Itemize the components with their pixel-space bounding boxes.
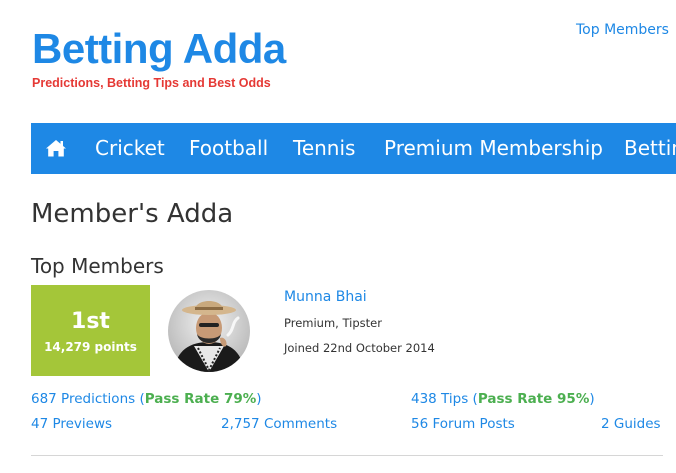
tips-count[interactable]: 438 Tips bbox=[411, 391, 468, 407]
rank-badge: 1st 14,279 points bbox=[31, 285, 150, 376]
logo-tagline: Predictions, Betting Tips and Best Odds bbox=[32, 76, 271, 90]
predictions-paren-open: ( bbox=[135, 391, 145, 407]
predictions-paren-close: ) bbox=[256, 391, 262, 407]
avatar[interactable] bbox=[168, 290, 250, 372]
divider bbox=[31, 455, 663, 456]
main-nav: Cricket Football Tennis Premium Membersh… bbox=[31, 123, 676, 174]
member-roles: Premium, Tipster bbox=[284, 316, 382, 330]
home-icon[interactable] bbox=[45, 138, 67, 158]
nav-item-cricket[interactable]: Cricket bbox=[95, 136, 165, 160]
stat-previews[interactable]: 47 Previews bbox=[31, 416, 112, 432]
page-title: Member's Adda bbox=[31, 199, 234, 229]
member-joined: Joined 22nd October 2014 bbox=[284, 341, 435, 355]
rank-label: 1st bbox=[71, 309, 110, 334]
predictions-count[interactable]: 687 Predictions bbox=[31, 391, 135, 407]
nav-item-tennis[interactable]: Tennis bbox=[293, 136, 355, 160]
nav-item-premium-membership[interactable]: Premium Membership bbox=[384, 136, 603, 160]
member-name[interactable]: Munna Bhai bbox=[284, 289, 367, 305]
nav-item-football[interactable]: Football bbox=[189, 136, 268, 160]
predictions-pass-rate: Pass Rate 79% bbox=[144, 391, 257, 407]
tips-paren-close: ) bbox=[589, 391, 595, 407]
stat-tips[interactable]: 438 Tips (Pass Rate 95%) bbox=[411, 391, 595, 407]
stat-comments[interactable]: 2,757 Comments bbox=[221, 416, 337, 432]
rank-points: 14,279 points bbox=[44, 340, 137, 354]
top-members-link[interactable]: Top Members bbox=[576, 22, 669, 38]
section-title: Top Members bbox=[31, 254, 164, 278]
stat-predictions[interactable]: 687 Predictions (Pass Rate 79%) bbox=[31, 391, 262, 407]
nav-item-betting[interactable]: Betting bbox=[624, 136, 676, 160]
stat-forum-posts[interactable]: 56 Forum Posts bbox=[411, 416, 515, 432]
site-logo[interactable]: Betting Adda Predictions, Betting Tips a… bbox=[32, 25, 286, 91]
logo-title: Betting Adda bbox=[32, 25, 286, 72]
tips-paren-open: ( bbox=[468, 391, 478, 407]
stat-guides[interactable]: 2 Guides bbox=[601, 416, 661, 432]
tips-pass-rate: Pass Rate 95% bbox=[477, 391, 590, 407]
